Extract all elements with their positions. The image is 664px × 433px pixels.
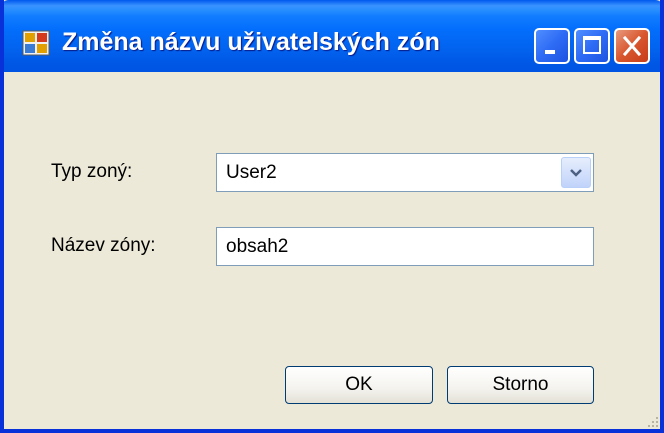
title-bar[interactable]: Změna názvu uživatelských zón — [4, 0, 660, 72]
chevron-down-icon — [570, 169, 582, 177]
dialog-window: Změna názvu uživatelských zón Typ zoný: … — [0, 0, 664, 433]
zone-name-input[interactable]: obsah2 — [216, 227, 594, 266]
app-icon — [22, 30, 50, 56]
zone-name-value: obsah2 — [226, 236, 289, 257]
minimize-button[interactable] — [534, 28, 570, 64]
maximize-button[interactable] — [574, 28, 610, 64]
window-title: Změna názvu uživatelských zón — [62, 28, 440, 56]
dropdown-arrow-button[interactable] — [561, 157, 591, 188]
cancel-button[interactable]: Storno — [447, 366, 594, 404]
maximize-icon — [583, 36, 601, 54]
resize-grip-icon[interactable] — [646, 415, 660, 429]
close-button[interactable] — [614, 28, 650, 64]
zone-type-selected-value: User2 — [226, 162, 277, 183]
close-icon — [622, 35, 642, 57]
zone-name-label: Název zóny: — [51, 235, 156, 256]
zone-type-label: Typ zoný: — [51, 161, 133, 182]
zone-type-dropdown[interactable]: User2 — [216, 153, 594, 192]
ok-button[interactable]: OK — [285, 366, 433, 404]
minimize-icon — [545, 50, 555, 54]
